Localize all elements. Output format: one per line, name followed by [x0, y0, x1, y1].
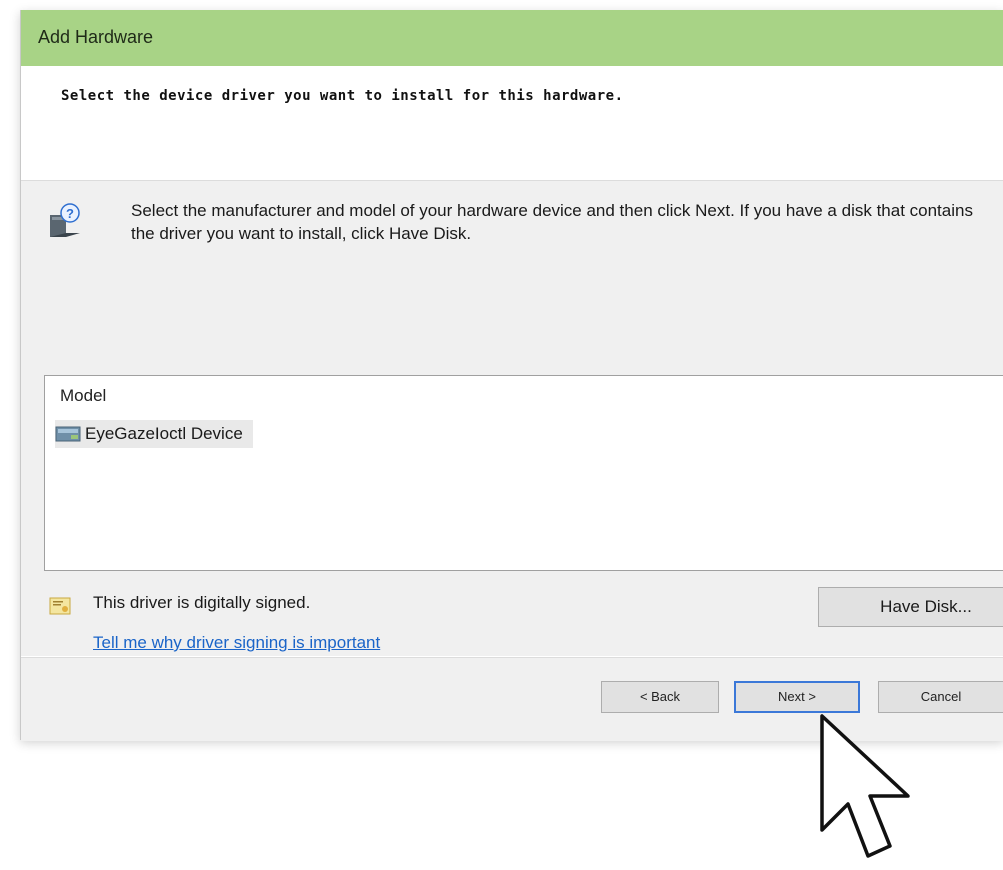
wizard-body: ? Select the manufacturer and model of y… [21, 181, 1003, 656]
cancel-button[interactable]: Cancel [878, 681, 1003, 713]
instruction-text: Select the manufacturer and model of you… [131, 201, 973, 243]
mouse-pointer-icon [820, 714, 910, 858]
add-hardware-dialog: Add Hardware Select the device driver yo… [20, 10, 1003, 741]
model-column-header[interactable]: Model [60, 386, 106, 406]
title-bar[interactable]: Add Hardware [21, 10, 1003, 66]
hardware-help-icon: ? [50, 203, 80, 237]
list-item-label: EyeGazeIoctl Device [85, 424, 243, 443]
window-title: Add Hardware [38, 27, 154, 47]
list-item[interactable]: EyeGazeIoctl Device [55, 420, 253, 448]
have-disk-button[interactable]: Have Disk... [818, 587, 1003, 627]
signed-status-text: This driver is digitally signed. [93, 593, 311, 612]
driver-signing-link[interactable]: Tell me why driver signing is important [93, 633, 380, 653]
page-heading: Select the device driver you want to ins… [61, 88, 624, 104]
model-listbox[interactable]: Model EyeGazeIoctl Device [44, 375, 1003, 571]
svg-text:?: ? [66, 206, 74, 221]
back-button[interactable]: < Back [601, 681, 719, 713]
next-button[interactable]: Next > [734, 681, 860, 713]
certificate-icon [49, 597, 71, 615]
wizard-header: Select the device driver you want to ins… [21, 66, 1003, 181]
device-icon [55, 426, 81, 442]
